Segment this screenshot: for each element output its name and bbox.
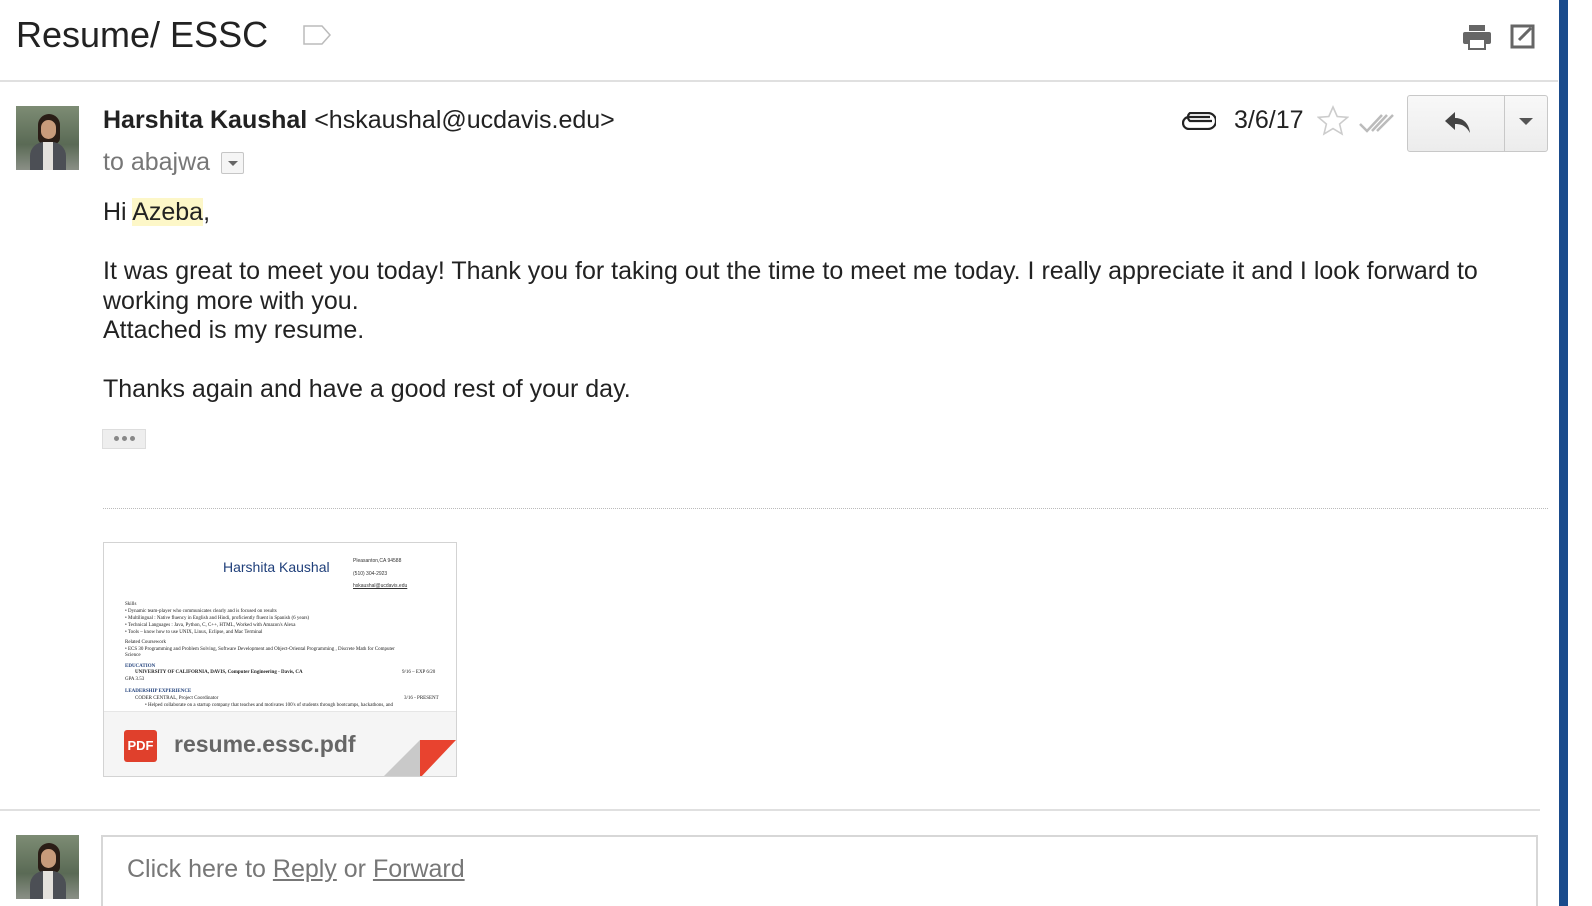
recipient-prefix: to: [103, 148, 124, 176]
reply-hint: Click here to Reply or Forward: [127, 855, 465, 884]
reply-link[interactable]: Reply: [273, 855, 337, 883]
open-in-new-window-icon[interactable]: [1510, 22, 1536, 50]
preview-line: • Technical Languages : Java, Python, C,…: [125, 623, 296, 628]
highlighted-name: Azeba: [132, 198, 204, 226]
greeting-suffix: ,: [203, 198, 211, 226]
pdf-file-icon: PDF: [124, 730, 157, 762]
show-details-dropdown[interactable]: [221, 152, 244, 174]
sender-line: Harshita Kaushal <hskaushal@ucdavis.edu>: [103, 106, 615, 135]
attachment-filename: resume.essc.pdf: [174, 731, 356, 757]
thread-header: Resume/ ESSC: [0, 0, 1558, 82]
print-icon[interactable]: [1462, 24, 1492, 50]
body-paragraph: It was great to meet you today! Thank yo…: [103, 257, 1478, 315]
preview-line: CODER CENTRAL, Project Coordinator: [135, 696, 219, 701]
page-fold-icon: [384, 740, 456, 776]
reply-button[interactable]: [1408, 96, 1504, 151]
paperclip-icon: [1182, 112, 1216, 130]
greeting-prefix: Hi: [103, 198, 133, 226]
greeting: Hi Azeba,: [103, 198, 1523, 228]
preview-line: UNIVERSITY OF CALIFORNIA, DAVIS, Compute…: [135, 670, 303, 675]
reply-arrow-icon: [1445, 112, 1470, 133]
sender-name[interactable]: Harshita Kaushal: [103, 106, 307, 134]
sender-email: <hskaushal@ucdavis.edu>: [314, 106, 615, 134]
preview-name: Harshita Kaushal: [223, 559, 330, 575]
preview-dates: 3/16 - PRESENT: [404, 696, 439, 701]
current-user-avatar: [16, 835, 79, 899]
attachment-footer: PDF resume.essc.pdf: [104, 711, 456, 776]
preview-line: • Tools – know how to use UNIX, Linux, E…: [125, 630, 263, 635]
body-paragraph: Thanks again and have a good rest of you…: [103, 375, 631, 403]
reply-hint-middle: or: [336, 855, 373, 883]
label-tag-icon[interactable]: [303, 25, 331, 45]
reply-hint-prefix: Click here to: [127, 855, 273, 883]
preview-dates: 9/16 – EXP 6/20: [402, 670, 436, 675]
show-trimmed-content-button[interactable]: [102, 429, 146, 449]
preview-line: Science: [125, 653, 141, 658]
preview-heading: EDUCATION: [125, 664, 156, 669]
recipient-name: abajwa: [130, 148, 211, 176]
recipient-line: to abajwa: [103, 148, 210, 177]
preview-line: Skills: [125, 602, 137, 607]
preview-line: • Helped collaborate on a startup compan…: [145, 703, 394, 708]
body-paragraph: Attached is my resume.: [103, 316, 365, 344]
star-icon[interactable]: [1317, 105, 1349, 137]
window-edge-gap: [1568, 0, 1592, 906]
thread-subject: Resume/ ESSC: [16, 14, 269, 55]
attachment-card[interactable]: Harshita Kaushal Pleasanton,CA 94588 (51…: [103, 542, 457, 777]
preview-line: • Multilingual : Native fluency in Engli…: [125, 616, 310, 621]
preview-heading: LEADERSHIP EXPERIENCE: [125, 689, 192, 694]
preview-contact: hskaushal@ucdavis.edu: [353, 583, 408, 589]
preview-line: GPA 3.53: [125, 677, 145, 682]
preview-line: • ECS 30 Programming and Problem Solving…: [125, 647, 395, 652]
more-actions-dropdown[interactable]: [1505, 96, 1547, 151]
reply-separator: [0, 809, 1540, 811]
attachment-separator: [103, 508, 1548, 509]
message-body: Hi Azeba, It was great to meet you today…: [103, 198, 1523, 405]
double-check-icon: [1359, 114, 1394, 133]
message-date[interactable]: 3/6/17: [1234, 106, 1304, 135]
preview-line: Related Coursework: [125, 640, 166, 645]
attachment-preview: Harshita Kaushal Pleasanton,CA 94588 (51…: [104, 543, 456, 711]
reply-button-group: [1407, 95, 1548, 152]
preview-contact: Pleasanton,CA 94588: [353, 558, 402, 564]
preview-contact: (510) 304-2923: [353, 571, 388, 577]
window-edge-bar: [1559, 0, 1568, 906]
sender-avatar[interactable]: [16, 106, 79, 170]
forward-link[interactable]: Forward: [373, 855, 465, 883]
preview-line: • Dynamic team-player who communicates c…: [125, 609, 277, 614]
reply-box[interactable]: Click here to Reply or Forward: [101, 835, 1538, 906]
